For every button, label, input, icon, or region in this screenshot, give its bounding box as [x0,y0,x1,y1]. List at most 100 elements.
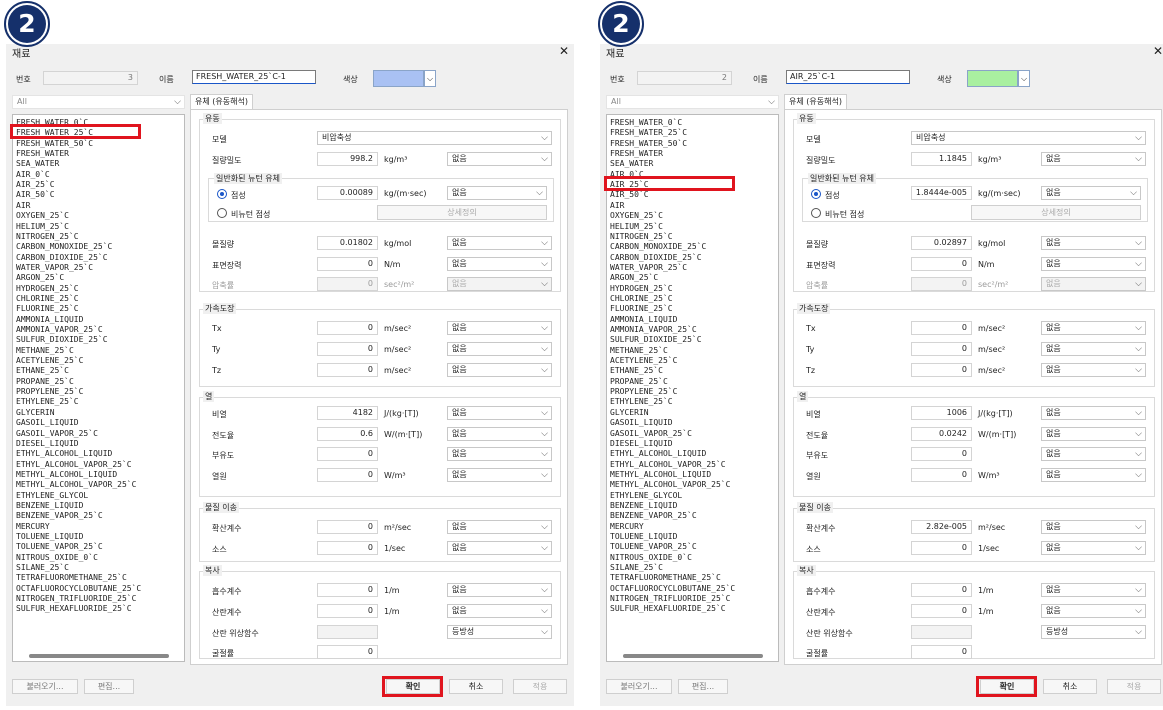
list-item[interactable]: TOLUENE_LIQUID [610,532,677,542]
list-item[interactable]: WATER_VAPOR_25`C [610,263,687,273]
density-input[interactable]: 1.1845 [911,152,972,166]
refr-input[interactable]: 0 [317,645,378,659]
detail-define-button[interactable]: 상세정의 [377,205,547,220]
list-item[interactable]: METHYL_ALCOHOL_VAPOR_25`C [610,480,730,490]
list-item[interactable]: CARBON_MONOXIDE_25`C [610,242,706,252]
list-item[interactable]: ETHYL_ALCOHOL_VAPOR_25`C [610,460,726,470]
list-item[interactable]: ARGON_25`C [16,273,64,283]
heatsrc-dependency-select[interactable]: 없음 ⌵ [1041,468,1146,482]
list-item[interactable]: METHYL_ALCOHOL_LIQUID [610,470,711,480]
viscosity-input[interactable]: 1.8444e-005 [911,186,972,200]
list-item[interactable]: TETRAFLUOROMETHANE_25`C [610,573,721,583]
list-item[interactable]: GLYCERIN [16,408,55,418]
list-item[interactable]: ARGON_25`C [610,273,658,283]
tab-fluid[interactable]: 유체 (유동해석) [190,94,253,109]
tab-fluid[interactable]: 유체 (유동해석) [784,94,847,109]
cancel-button[interactable]: 취소 [1043,679,1097,694]
list-item[interactable]: TOLUENE_VAPOR_25`C [610,542,697,552]
list-item[interactable]: PROPYLENE_25`C [610,387,677,397]
list-item[interactable]: NITROGEN_TRIFLUORIDE_25`C [16,594,136,604]
list-item[interactable]: HYDROGEN_25`C [16,284,79,294]
color-dropdown-icon[interactable]: ⌵ [1018,70,1030,87]
list-item[interactable]: AMMONIA_VAPOR_25`C [16,325,103,335]
list-item[interactable]: ETHYLENE_25`C [610,397,673,407]
list-item[interactable]: CARBON_DIOXIDE_25`C [16,253,108,263]
diffusion-dependency-select[interactable]: 없음 ⌵ [1041,520,1146,534]
list-item[interactable]: MERCURY [610,522,644,532]
viscosity-radio[interactable] [811,189,821,199]
list-item[interactable]: DIESEL_LIQUID [610,439,673,449]
sheat-input[interactable]: 4182 [317,406,378,420]
sink-dependency-select[interactable]: 없음 ⌵ [1041,541,1146,555]
list-item[interactable]: NITROGEN_TRIFLUORIDE_25`C [610,594,730,604]
list-item[interactable]: GASOIL_VAPOR_25`C [16,429,98,439]
diffusion-dependency-select[interactable]: 없음 ⌵ [447,520,552,534]
list-item[interactable]: ACETYLENE_25`C [16,356,83,366]
list-item[interactable]: HELIUM_25`C [16,222,69,232]
apply-button[interactable]: 적용 [513,679,567,694]
expansion-dependency-select[interactable]: 없음 ⌵ [447,447,552,461]
close-icon[interactable]: ✕ [1153,44,1163,58]
color-picker[interactable] [373,70,424,87]
cond-dependency-select[interactable]: 없음 ⌵ [1041,427,1146,441]
sheat-dependency-select[interactable]: 없음 ⌵ [1041,406,1146,420]
density-dependency-select[interactable]: 없음 ⌵ [447,152,552,166]
expansion-dependency-select[interactable]: 없음 ⌵ [1041,447,1146,461]
sheat-input[interactable]: 1006 [911,406,972,420]
list-item[interactable]: FRESH_WATER_25`C [610,128,687,138]
list-item[interactable]: BENZENE_LIQUID [16,501,83,511]
list-item[interactable]: METHANE_25`C [16,346,74,356]
refr-input[interactable]: 0 [911,645,972,659]
list-item[interactable]: FLUORINE_25`C [610,304,673,314]
tz-dependency-select[interactable]: 없음 ⌵ [447,363,552,377]
surften-input[interactable]: 0 [911,257,972,271]
list-item[interactable]: AMMONIA_LIQUID [16,315,83,325]
list-item[interactable]: FLUORINE_25`C [16,304,79,314]
list-item[interactable]: METHYL_ALCOHOL_VAPOR_25`C [16,480,136,490]
list-item[interactable]: ETHANE_25`C [16,366,69,376]
list-item[interactable]: PROPYLENE_25`C [16,387,83,397]
tx-input[interactable]: 0 [317,321,378,335]
expansion-input[interactable]: 0 [317,447,378,461]
list-item[interactable]: WATER_VAPOR_25`C [16,263,93,273]
viscosity-radio[interactable] [217,189,227,199]
filter-select[interactable]: All ⌵ [12,95,185,109]
ty-dependency-select[interactable]: 없음 ⌵ [1041,342,1146,356]
close-icon[interactable]: ✕ [559,44,569,58]
tz-input[interactable]: 0 [317,363,378,377]
nonnewtonian-radio[interactable] [217,208,227,218]
list-item[interactable]: SULFUR_HEXAFLUORIDE_25`C [16,604,132,614]
scatter-dependency-select[interactable]: 없음 ⌵ [447,604,552,618]
list-item[interactable]: TOLUENE_LIQUID [16,532,83,542]
list-item[interactable]: OXYGEN_25`C [16,211,69,221]
list-item[interactable]: ETHYL_ALCOHOL_LIQUID [610,449,706,459]
density-input[interactable]: 998.2 [317,152,378,166]
list-item[interactable]: SEA_WATER [610,159,653,169]
list-item[interactable]: SULFUR_DIOXIDE_25`C [610,335,702,345]
list-item[interactable]: AMMONIA_LIQUID [610,315,677,325]
list-item[interactable]: METHANE_25`C [610,346,668,356]
ty-input[interactable]: 0 [317,342,378,356]
list-item[interactable]: FRESH_WATER_50`C [610,139,687,149]
cond-dependency-select[interactable]: 없음 ⌵ [447,427,552,441]
list-item[interactable]: SULFUR_DIOXIDE_25`C [16,335,108,345]
horizontal-scrollbar[interactable] [623,654,763,658]
load-button[interactable]: 불러오기... [12,679,78,694]
density-dependency-select[interactable]: 없음 ⌵ [1041,152,1146,166]
viscosity-dependency-select[interactable]: 없음 ⌵ [447,186,547,200]
list-item[interactable]: AIR_25`C [16,180,55,190]
list-item[interactable]: FRESH_WATER_50`C [16,139,93,149]
list-item[interactable]: BENZENE_LIQUID [610,501,677,511]
list-item[interactable]: PROPANE_25`C [610,377,668,387]
list-item[interactable]: SILANE_25`C [16,563,69,573]
list-item[interactable]: OCTAFLUOROCYCLOBUTANE_25`C [16,584,141,594]
molwt-dependency-select[interactable]: 없음 ⌵ [447,236,552,250]
list-item[interactable]: GASOIL_LIQUID [610,418,673,428]
edit-button[interactable]: 편집... [678,679,728,694]
phase-function-select[interactable]: 등방성 ⌵ [1041,625,1146,639]
list-item[interactable]: MERCURY [16,522,50,532]
list-item[interactable]: SEA_WATER [16,159,59,169]
list-item[interactable]: METHYL_ALCOHOL_LIQUID [16,470,117,480]
list-item[interactable]: HELIUM_25`C [610,222,663,232]
tx-dependency-select[interactable]: 없음 ⌵ [447,321,552,335]
